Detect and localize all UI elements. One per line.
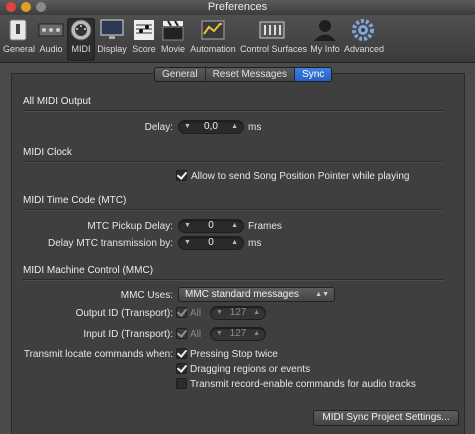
divider — [23, 110, 443, 112]
pressing-stop-label: Pressing Stop twice — [190, 349, 278, 360]
divider — [23, 161, 443, 163]
section-mtc: MIDI Time Code (MTC) — [23, 195, 127, 206]
output-id-label: Output ID (Transport): — [75, 308, 173, 319]
toolbar-movie[interactable]: Movie — [159, 18, 187, 54]
mtc-pickup-delay-label: MTC Pickup Delay: — [87, 221, 173, 232]
midi-tabs: General Reset Messages Sync — [154, 67, 333, 82]
toolbar-my-info[interactable]: My Info — [308, 18, 342, 54]
tab-reset-messages[interactable]: Reset Messages — [206, 68, 296, 81]
section-all-midi-output: All MIDI Output — [23, 96, 91, 107]
increment-arrow-icon[interactable]: ▲ — [253, 328, 260, 340]
toolbar-midi[interactable]: MIDI — [67, 18, 95, 61]
output-id-stepper[interactable]: ▼ 127 ▲ — [210, 306, 266, 320]
transmit-locate-label: Transmit locate commands when: — [23, 349, 173, 360]
toolbar-control-surfaces[interactable]: Control Surfaces — [240, 18, 307, 54]
chevron-updown-icon: ▲▼ — [315, 291, 329, 298]
output-id-all-label: All — [190, 308, 202, 319]
increment-arrow-icon[interactable]: ▲ — [231, 220, 238, 232]
mtc-pickup-unit: Frames — [248, 221, 282, 232]
mmc-uses-select[interactable]: MMC standard messages ▲▼ — [178, 287, 335, 302]
input-id-label: Input ID (Transport): — [83, 329, 173, 340]
dragging-regions-label: Dragging regions or events — [190, 364, 311, 375]
toolbar-display[interactable]: Display — [97, 18, 127, 54]
toolbar-audio[interactable]: Audio — [36, 18, 66, 54]
gear-icon — [350, 18, 376, 42]
increment-arrow-icon[interactable]: ▲ — [231, 121, 238, 133]
window-title: Preferences — [207, 1, 268, 13]
record-enable-label: Transmit record-enable commands for audi… — [190, 379, 416, 390]
person-icon — [312, 18, 338, 42]
tab-sync[interactable]: Sync — [295, 68, 332, 81]
mtc-pickup-delay-stepper[interactable]: ▼ 0 ▲ — [178, 219, 244, 233]
control-surface-icon — [259, 18, 285, 42]
toolbar-advanced[interactable]: Advanced — [344, 18, 384, 54]
send-spp-label: Allow to send Song Position Pointer whil… — [191, 171, 410, 182]
toolbar-score[interactable]: Score — [130, 18, 158, 54]
switch-icon — [5, 18, 31, 42]
tab-general[interactable]: General — [155, 68, 206, 81]
mtc-transmission-delay-label: Delay MTC transmission by: — [47, 238, 173, 249]
section-midi-clock: MIDI Clock — [23, 147, 72, 158]
output-delay-label: Delay: — [144, 122, 173, 133]
preferences-toolbar: General Audio MIDI Display Score Movie A… — [0, 15, 475, 63]
output-delay-stepper[interactable]: ▼ 0,0 ▲ — [178, 120, 244, 134]
mtc-transmission-delay-stepper[interactable]: ▼ 0 ▲ — [178, 236, 244, 250]
increment-arrow-icon[interactable]: ▲ — [253, 307, 260, 319]
mtc-transmission-unit: ms — [248, 238, 262, 249]
midi-sync-project-settings-button[interactable]: MIDI Sync Project Settings... — [313, 410, 459, 426]
record-enable-checkbox[interactable] — [176, 378, 187, 389]
score-icon — [131, 18, 157, 42]
input-id-stepper[interactable]: ▼ 127 ▲ — [210, 327, 266, 341]
output-id-all-checkbox[interactable] — [176, 307, 187, 318]
section-mmc: MIDI Machine Control (MMC) — [23, 265, 154, 276]
midi-connector-icon — [68, 18, 94, 42]
clapperboard-icon — [160, 18, 186, 42]
output-delay-unit: ms — [248, 122, 262, 133]
toolbar-general[interactable]: General — [3, 18, 35, 54]
divider — [23, 279, 443, 281]
dragging-regions-checkbox[interactable] — [176, 363, 187, 374]
monitor-icon — [99, 18, 125, 42]
automation-icon — [200, 18, 226, 42]
increment-arrow-icon[interactable]: ▲ — [231, 237, 238, 249]
divider — [23, 209, 443, 211]
input-id-all-label: All — [190, 329, 202, 340]
audio-interface-icon — [38, 18, 64, 42]
send-spp-checkbox[interactable] — [176, 170, 187, 181]
title-bar: Preferences — [0, 0, 475, 16]
pressing-stop-checkbox[interactable] — [176, 348, 187, 359]
toolbar-automation[interactable]: Automation — [189, 18, 237, 54]
input-id-all-checkbox[interactable] — [176, 328, 187, 339]
mmc-uses-label: MMC Uses: — [120, 290, 173, 301]
